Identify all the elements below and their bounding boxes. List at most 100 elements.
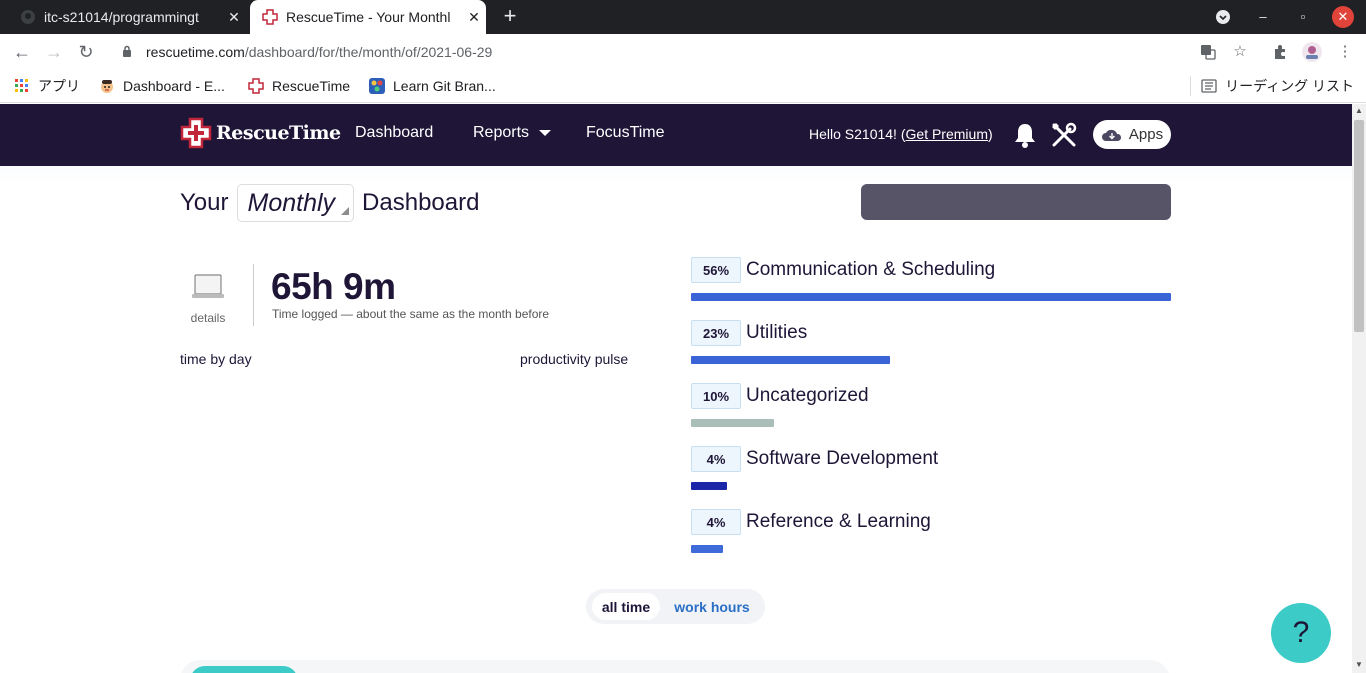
bottom-panel [180,660,1170,673]
avatar-icon [99,78,115,94]
category-item[interactable]: 4% Reference & Learning [691,509,1171,553]
browser-toolbar: ← → ↻ rescuetime.com/dashboard/for/the/m… [0,34,1366,70]
apps-button[interactable]: Apps [1093,120,1171,149]
reading-list-icon [1201,78,1217,94]
tab-rescuetime[interactable]: RescueTime - Your Monthl ✕ [250,0,486,34]
git-branch-icon [369,78,385,94]
tools-icon[interactable] [1050,121,1078,149]
bookmark-label: Learn Git Bran... [393,78,496,94]
category-name: Reference & Learning [746,511,931,532]
panel-tab[interactable] [190,666,298,673]
bookmark-apps[interactable]: アプリ [14,76,80,96]
reload-icon[interactable]: ↻ [75,41,97,63]
category-item[interactable]: 56% Communication & Scheduling [691,257,1171,301]
profile-avatar-icon[interactable] [1300,41,1324,63]
tab-search-icon[interactable] [1212,6,1234,28]
logo-cross-icon [180,117,212,149]
tab-title: itc-s21014/programmingt [44,9,199,25]
toggle-all-time[interactable]: all time [592,593,660,620]
url-path: /dashboard/for/the/month/of/2021-06-29 [244,44,493,60]
time-logged-value: 65h 9m [271,266,396,307]
back-icon[interactable]: ← [11,41,33,63]
menu-dots-icon[interactable]: ⋮ [1334,41,1356,63]
page-title: Your Monthly Dashboard [180,184,479,222]
bookmarks-divider [1190,76,1192,96]
tab-github[interactable]: itc-s21014/programmingt ✕ [8,0,246,34]
category-row: 23% Utilities [691,320,1171,346]
scroll-thumb[interactable] [1354,120,1364,332]
category-percent: 23% [691,320,741,346]
title-prefix: Your [180,189,229,216]
nav-dashboard[interactable]: Dashboard [355,124,433,142]
productivity-pulse-label: productivity pulse [520,351,629,367]
brand-name: RescueTime [216,122,341,144]
bell-icon[interactable] [1012,121,1038,149]
translate-icon[interactable] [1197,41,1219,63]
greeting-text: Hello S21014! ( [809,126,906,142]
reading-list[interactable]: リーディング リスト [1190,76,1354,96]
extensions-icon[interactable] [1269,41,1291,63]
laptop-icon [192,274,224,298]
category-percent: 4% [691,509,741,535]
category-row: 10% Uncategorized [691,383,1171,409]
bookmark-star-icon[interactable]: ☆ [1229,41,1251,63]
nav-reports[interactable]: Reports [473,124,552,142]
category-name: Utilities [746,322,808,343]
nav-focustime[interactable]: FocusTime [586,124,665,142]
new-tab-button[interactable]: + [498,5,522,29]
close-icon[interactable]: ✕ [222,9,246,26]
toggle-work-hours[interactable]: work hours [666,593,758,620]
caret-down-icon [539,130,552,136]
rescuetime-icon [262,9,278,25]
close-window-icon[interactable]: ✕ [1332,6,1354,28]
category-name: Communication & Scheduling [746,259,996,280]
category-percent: 4% [691,446,741,472]
date-range-bar[interactable] [861,184,1171,220]
minimize-icon[interactable]: – [1252,6,1274,28]
rescuetime-logo[interactable]: RescueTime [180,117,341,149]
details-label: details [190,311,226,325]
forward-icon[interactable]: → [43,41,65,63]
bookmark-label: RescueTime [272,78,351,94]
url-host: rescuetime.com [146,44,245,60]
lock-icon [122,45,136,60]
address-bar[interactable]: rescuetime.com/dashboard/for/the/month/o… [110,37,1260,67]
scroll-down-icon[interactable]: ▼ [1352,660,1366,669]
category-percent: 10% [691,383,741,409]
category-row: 4% Software Development [691,446,1171,472]
page-scrollbar[interactable]: ▲ ▼ [1352,104,1366,673]
page-viewport: RescueTime Dashboard Reports FocusTime H… [0,104,1352,673]
bookmark-learn-git[interactable]: Learn Git Bran... [369,76,496,96]
period-value: Monthly [247,188,336,217]
category-bar [691,545,723,553]
category-name: Uncategorized [746,385,869,406]
tab-title: RescueTime - Your Monthl [286,9,451,25]
title-suffix: Dashboard [362,189,480,216]
category-bar [691,293,1171,301]
top-navigation: RescueTime Dashboard Reports FocusTime H… [0,104,1352,166]
category-row: 4% Reference & Learning [691,509,1171,535]
category-item[interactable]: 23% Utilities [691,320,1171,364]
category-item[interactable]: 10% Uncategorized [691,383,1171,427]
time-logged-caption: Time logged — about the same as the mont… [272,307,550,321]
bookmark-rescuetime[interactable]: RescueTime [248,76,350,96]
bookmark-dashboard[interactable]: Dashboard - E... [99,76,225,96]
bookmarks-bar: アプリ Dashboard - E... RescueTime Learn Gi… [0,70,1366,103]
get-premium-link[interactable]: Get Premium [906,126,988,142]
divider [253,264,254,326]
maximize-icon[interactable]: ▫ [1292,6,1314,28]
time-by-day-label: time by day [180,351,252,367]
details-button[interactable]: details [180,274,236,325]
rescuetime-icon [248,78,264,94]
period-select[interactable]: Monthly [236,184,355,222]
category-item[interactable]: 4% Software Development [691,446,1171,490]
bookmark-label: アプリ [38,78,80,94]
category-bar [691,419,774,427]
help-button[interactable]: ? [1271,603,1331,663]
close-icon[interactable]: ✕ [462,9,486,26]
category-row: 56% Communication & Scheduling [691,257,1171,283]
scroll-up-icon[interactable]: ▲ [1352,106,1366,115]
category-bar [691,482,727,490]
category-bar [691,356,890,364]
time-range-toggle: all time work hours [586,589,765,624]
